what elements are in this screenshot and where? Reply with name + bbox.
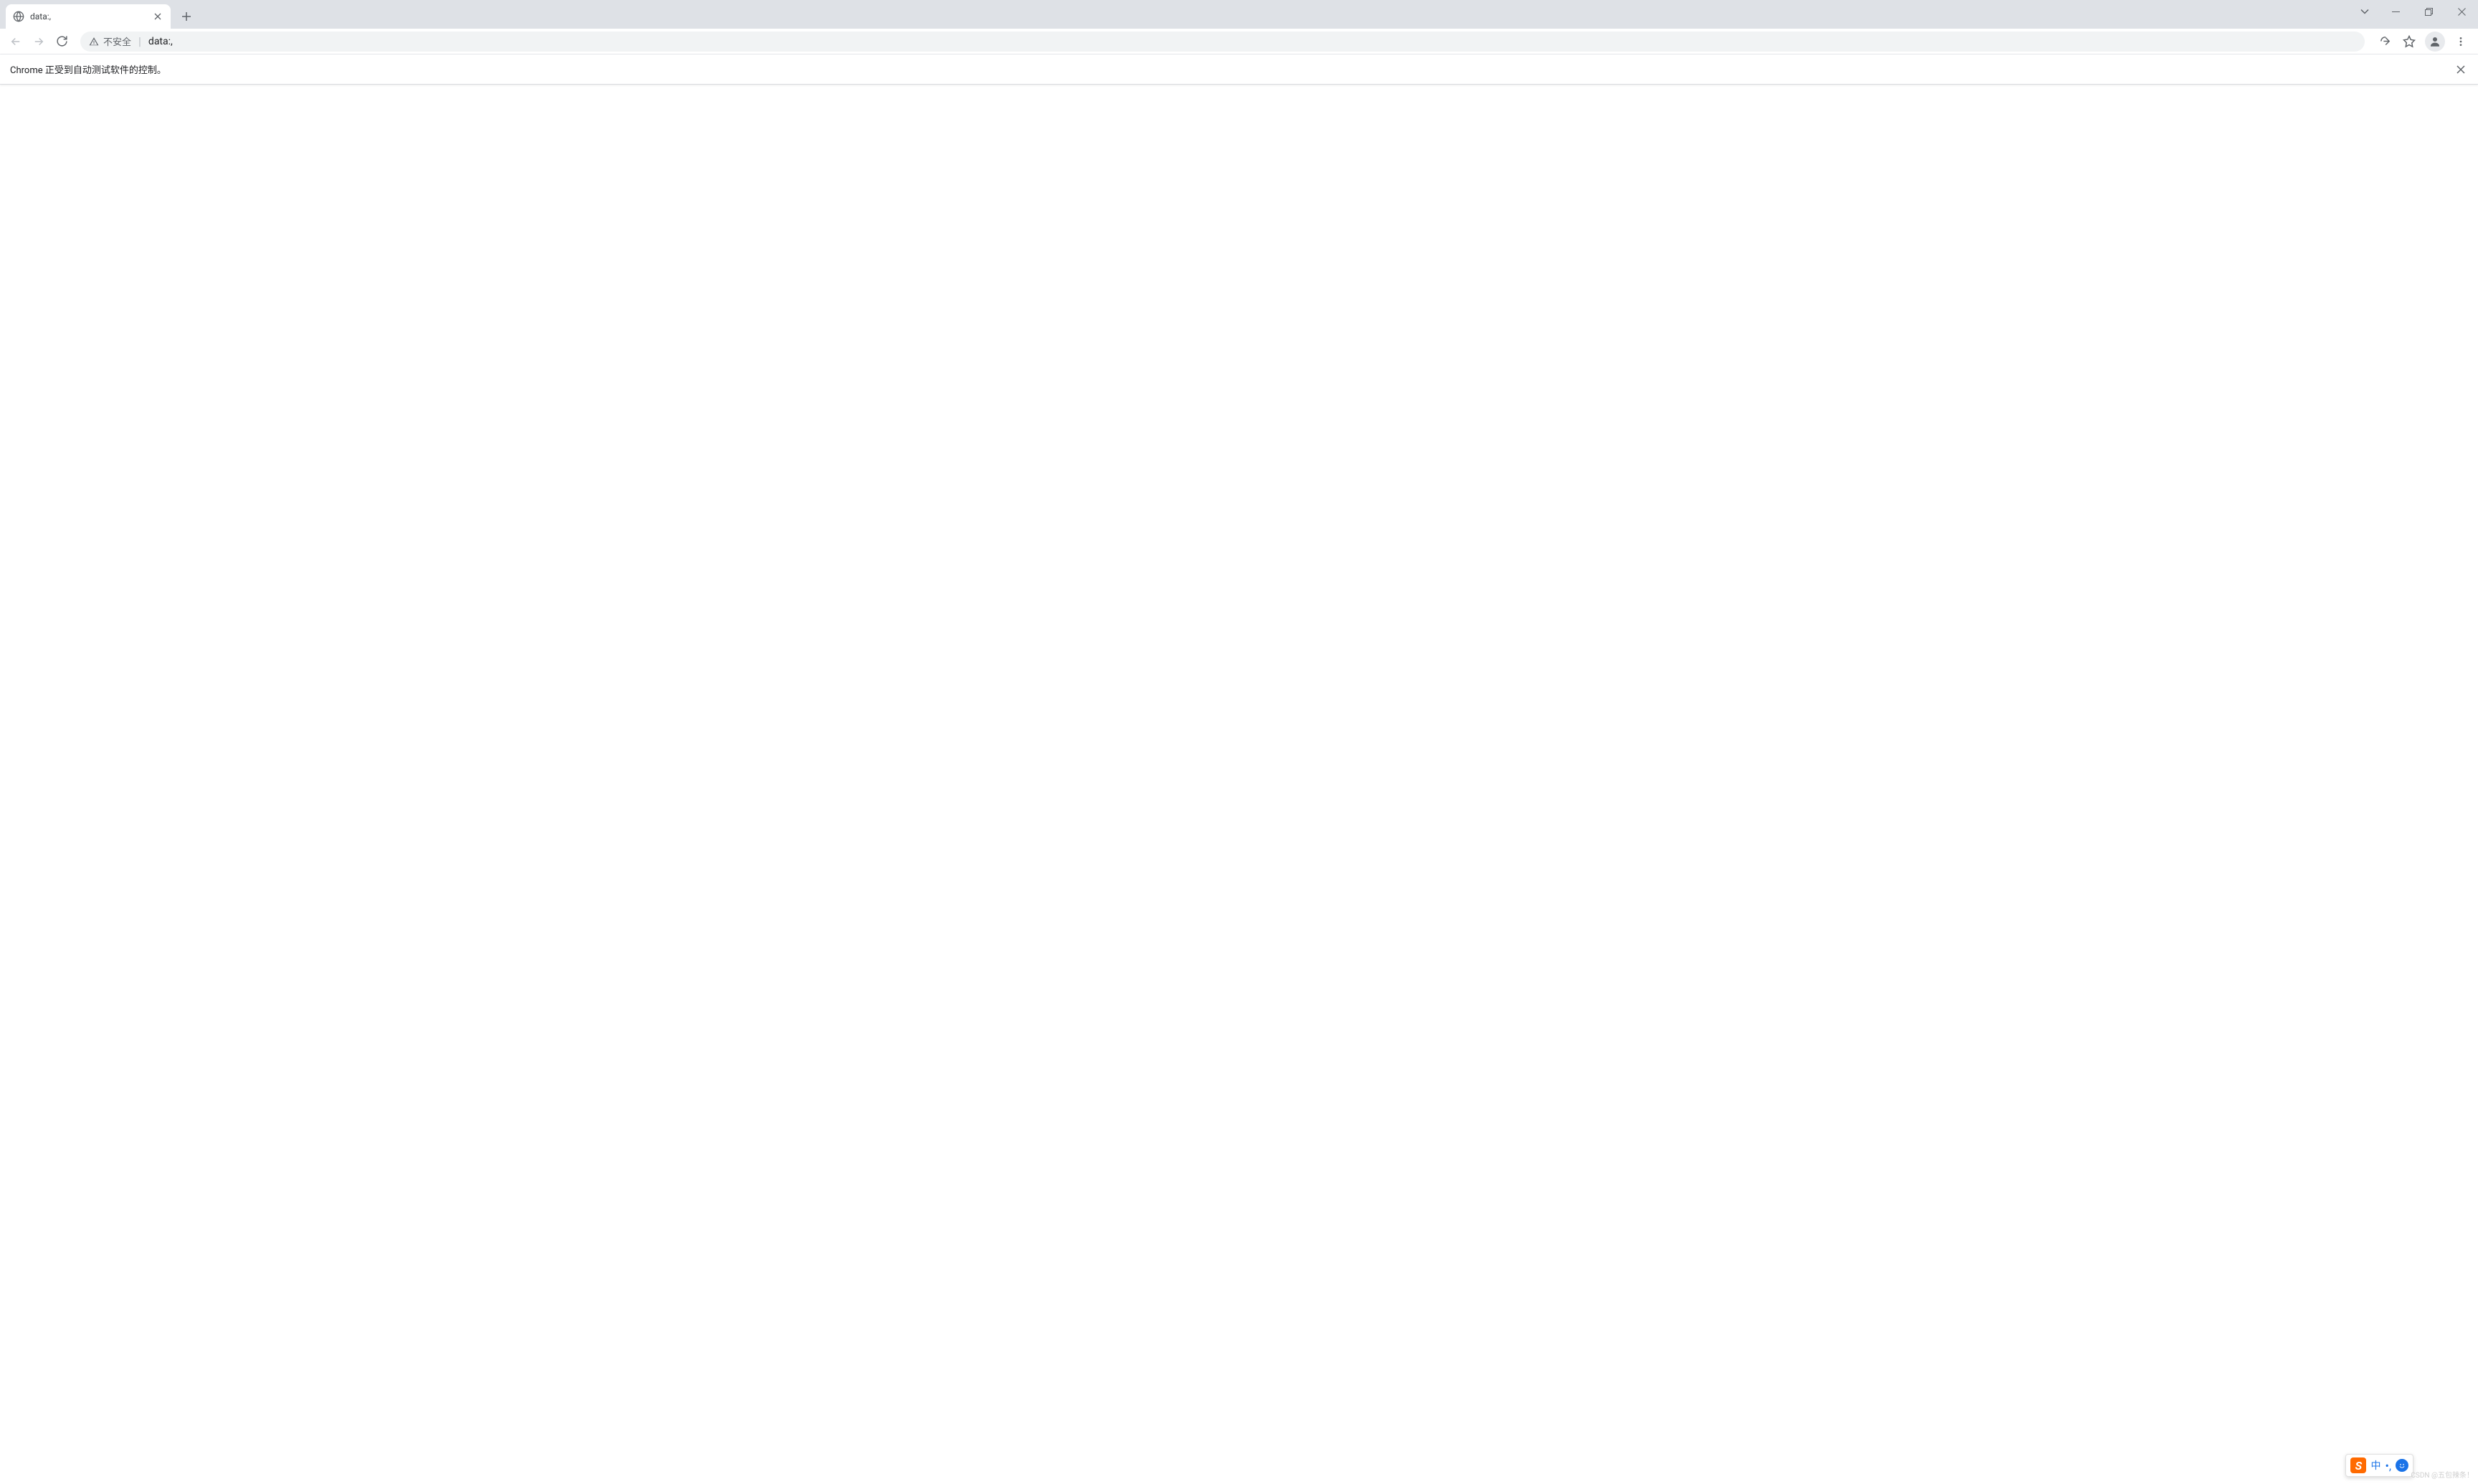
close-window-button[interactable] bbox=[2445, 0, 2478, 23]
menu-button[interactable] bbox=[2449, 30, 2472, 53]
info-close-button[interactable] bbox=[2454, 62, 2468, 77]
new-tab-button[interactable] bbox=[176, 6, 196, 27]
tab-close-button[interactable] bbox=[152, 11, 163, 22]
ime-punct-indicator[interactable]: •, bbox=[2385, 1459, 2391, 1473]
reload-button[interactable] bbox=[52, 32, 72, 52]
tab-bar: data:, bbox=[0, 0, 2478, 29]
url-text: data:, bbox=[148, 36, 173, 47]
ime-emoji-icon[interactable] bbox=[2396, 1459, 2408, 1472]
back-button[interactable] bbox=[6, 32, 26, 52]
tab-title: data:, bbox=[30, 11, 146, 22]
tab-search-button[interactable] bbox=[2353, 1, 2376, 22]
toolbar: 不安全 | data:, bbox=[0, 29, 2478, 54]
ime-lang-indicator[interactable]: 中 bbox=[2370, 1458, 2380, 1473]
warning-icon bbox=[89, 37, 99, 47]
security-indicator: 不安全 bbox=[89, 34, 131, 48]
address-bar[interactable]: 不安全 | data:, bbox=[80, 32, 2365, 52]
browser-tab[interactable]: data:, bbox=[6, 4, 171, 29]
bookmark-button[interactable] bbox=[2398, 30, 2421, 53]
toolbar-right bbox=[2373, 30, 2472, 53]
info-message: Chrome 正受到自动测试软件的控制。 bbox=[10, 62, 2454, 76]
minimize-button[interactable] bbox=[2379, 0, 2412, 23]
maximize-button[interactable] bbox=[2412, 0, 2445, 23]
automation-info-bar: Chrome 正受到自动测试软件的控制。 bbox=[0, 54, 2478, 85]
security-label: 不安全 bbox=[103, 34, 131, 48]
window-controls bbox=[2353, 0, 2478, 23]
ime-toolbar[interactable]: S 中 •, bbox=[2345, 1454, 2413, 1477]
ime-logo-icon[interactable]: S bbox=[2350, 1457, 2366, 1473]
divider: | bbox=[138, 34, 141, 48]
forward-button[interactable] bbox=[29, 32, 49, 52]
profile-button[interactable] bbox=[2425, 32, 2445, 52]
globe-icon bbox=[13, 11, 24, 22]
share-button[interactable] bbox=[2373, 30, 2396, 53]
watermark: CSDN @五包辣条！ bbox=[2411, 1469, 2474, 1480]
